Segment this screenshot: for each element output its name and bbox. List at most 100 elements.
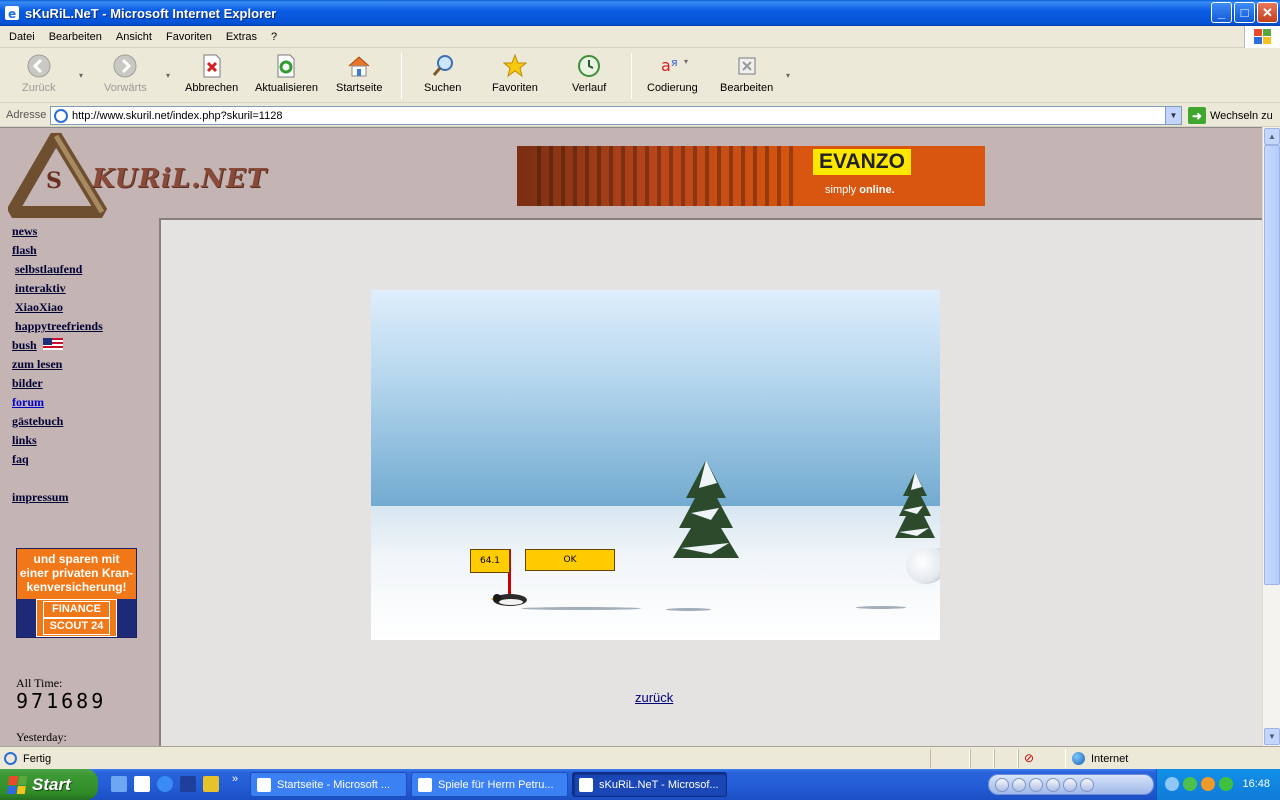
show-desktop-icon[interactable] [111, 776, 127, 792]
favorites-button[interactable]: Favoriten [492, 53, 538, 94]
nav-happytreefriends[interactable]: happytreefriends [12, 319, 103, 338]
start-button[interactable]: Start [0, 769, 98, 800]
windows-logo-icon [1244, 26, 1280, 48]
go-arrow-icon: ➜ [1188, 107, 1206, 124]
menu-ansicht[interactable]: Ansicht [109, 31, 159, 43]
edit-button[interactable]: Bearbeiten [720, 53, 773, 94]
tray-clover-icon[interactable] [1219, 777, 1233, 791]
ie-page-icon [418, 777, 432, 792]
encoding-dropdown-icon[interactable]: ▾ [684, 57, 688, 66]
nav-interaktiv[interactable]: interaktiv [12, 281, 103, 300]
page-viewport: S KURiL.NET EVANZO simply online. news f… [0, 127, 1262, 746]
clock[interactable]: 16:48 [1242, 778, 1270, 790]
tray-messenger-icon[interactable] [1183, 777, 1197, 791]
privacy-blocked-icon[interactable]: ⊘ [1024, 751, 1040, 765]
title-bar[interactable]: e sKuRiL.NeT - Microsoft Internet Explor… [0, 0, 1280, 26]
address-dropdown-icon[interactable]: ▼ [1165, 107, 1181, 124]
snowy-tree-icon [673, 460, 739, 558]
media-player-toolbar[interactable] [988, 774, 1154, 795]
app-quicklaunch-icon[interactable] [203, 776, 219, 792]
task-startseite[interactable]: Startseite - Microsoft ... [250, 772, 407, 797]
menu-favoriten[interactable]: Favoriten [159, 31, 219, 43]
search-button[interactable]: Suchen [424, 53, 461, 94]
tray-app-icon[interactable] [1201, 777, 1215, 791]
site-logo[interactable]: S KURiL.NET [6, 132, 266, 220]
menu-datei[interactable]: Datei [2, 31, 42, 43]
ie-quicklaunch-icon[interactable] [157, 776, 173, 792]
nav-selbstlaufend[interactable]: selbstlaufend [12, 262, 103, 281]
nav-links[interactable]: links [12, 433, 103, 452]
page-icon [54, 108, 68, 123]
menu-extras[interactable]: Extras [219, 31, 264, 43]
edit-icon [734, 53, 760, 79]
history-button[interactable]: Verlauf [572, 53, 606, 94]
forward-arrow-icon [112, 53, 138, 79]
taskbar: Start » Startseite - Microsoft ... Spiel… [0, 769, 1280, 800]
nav-news[interactable]: news [12, 224, 103, 243]
tray-back-icon[interactable] [1165, 777, 1179, 791]
refresh-icon [273, 53, 299, 79]
encoding-button[interactable]: aя Codierung [647, 53, 698, 94]
security-zone[interactable]: Internet [1072, 752, 1128, 765]
outlook-icon[interactable] [134, 776, 150, 792]
status-cell [994, 749, 1018, 768]
task-spiele[interactable]: Spiele für Herrn Petru... [411, 772, 568, 797]
scroll-thumb[interactable] [1264, 145, 1280, 585]
forward-dropdown-icon[interactable]: ▾ [166, 71, 170, 80]
ok-button[interactable]: OK [525, 549, 615, 571]
nav-flash[interactable]: flash [12, 243, 103, 262]
us-flag-icon [42, 338, 63, 350]
forward-button[interactable]: Vorwärts [104, 53, 147, 94]
nav-faq[interactable]: faq [12, 452, 103, 471]
back-dropdown-icon[interactable]: ▾ [79, 71, 83, 80]
penguin-icon [491, 594, 527, 606]
task-skuril[interactable]: sKuRiL.NeT - Microsof... [572, 772, 727, 797]
page-status-icon [4, 752, 17, 765]
scroll-up-icon[interactable]: ▲ [1264, 128, 1280, 145]
banner-server-graphic [537, 146, 797, 206]
refresh-button[interactable]: Aktualisieren [255, 53, 318, 94]
address-input[interactable]: http://www.skuril.net/index.php?skuril=1… [50, 106, 1182, 125]
back-button[interactable]: Zurück [22, 53, 56, 94]
stop-button[interactable]: Abbrechen [185, 53, 238, 94]
home-button[interactable]: Startseite [336, 53, 382, 94]
star-icon [502, 53, 528, 79]
penguin-game[interactable]: 64.1 OK [371, 290, 940, 640]
svg-text:a: a [661, 56, 671, 75]
nav-impressum[interactable]: impressum [12, 490, 103, 509]
ie-page-icon [579, 777, 593, 792]
status-cell [970, 749, 994, 768]
menu-help[interactable]: ? [264, 31, 284, 43]
vertical-scrollbar[interactable]: ▲ ▼ [1262, 127, 1280, 746]
minimize-button[interactable]: _ [1211, 2, 1232, 23]
close-button[interactable]: ✕ [1257, 2, 1278, 23]
financescout-ad[interactable]: und sparen mit einer privaten Kran- kenv… [16, 548, 137, 638]
nav-xiaoxiao[interactable]: XiaoXiao [12, 300, 103, 319]
yesterday-label: Yesterday: [16, 730, 67, 744]
nav-zum-lesen[interactable]: zum lesen [12, 357, 103, 376]
nav-gaestebuch[interactable]: gästebuch [12, 414, 103, 433]
all-time-value: 971689 [16, 689, 107, 713]
nav-forum[interactable]: forum [12, 395, 103, 414]
back-link[interactable]: zurück [635, 690, 673, 705]
pause-icon [1012, 777, 1026, 792]
go-button[interactable]: ➜ Wechseln zu [1188, 107, 1273, 124]
toolbar-overflow-icon[interactable]: ▾ [786, 71, 790, 80]
scroll-down-icon[interactable]: ▼ [1264, 728, 1280, 745]
menu-bearbeiten[interactable]: Bearbeiten [42, 31, 109, 43]
quicklaunch-overflow-icon[interactable]: » [232, 773, 238, 785]
nav-bilder[interactable]: bilder [12, 376, 103, 395]
ie-page-icon [257, 777, 271, 792]
window-title: sKuRiL.NeT - Microsoft Internet Explorer [25, 5, 277, 21]
address-url[interactable]: http://www.skuril.net/index.php?skuril=1… [72, 110, 282, 122]
maximize-button[interactable]: □ [1234, 2, 1255, 23]
nav-bush[interactable]: bush [12, 338, 103, 357]
status-cell [930, 749, 970, 768]
evanzo-banner-ad[interactable]: EVANZO simply online. [517, 146, 985, 206]
word-icon[interactable] [180, 776, 196, 792]
media-logo-icon [995, 777, 1009, 792]
slide-trail [856, 606, 906, 609]
financescout-logo: FINANCE SCOUT 24 [17, 599, 136, 637]
address-bar: Adresse http://www.skuril.net/index.php?… [0, 104, 1280, 127]
windows-flag-icon [6, 775, 28, 794]
